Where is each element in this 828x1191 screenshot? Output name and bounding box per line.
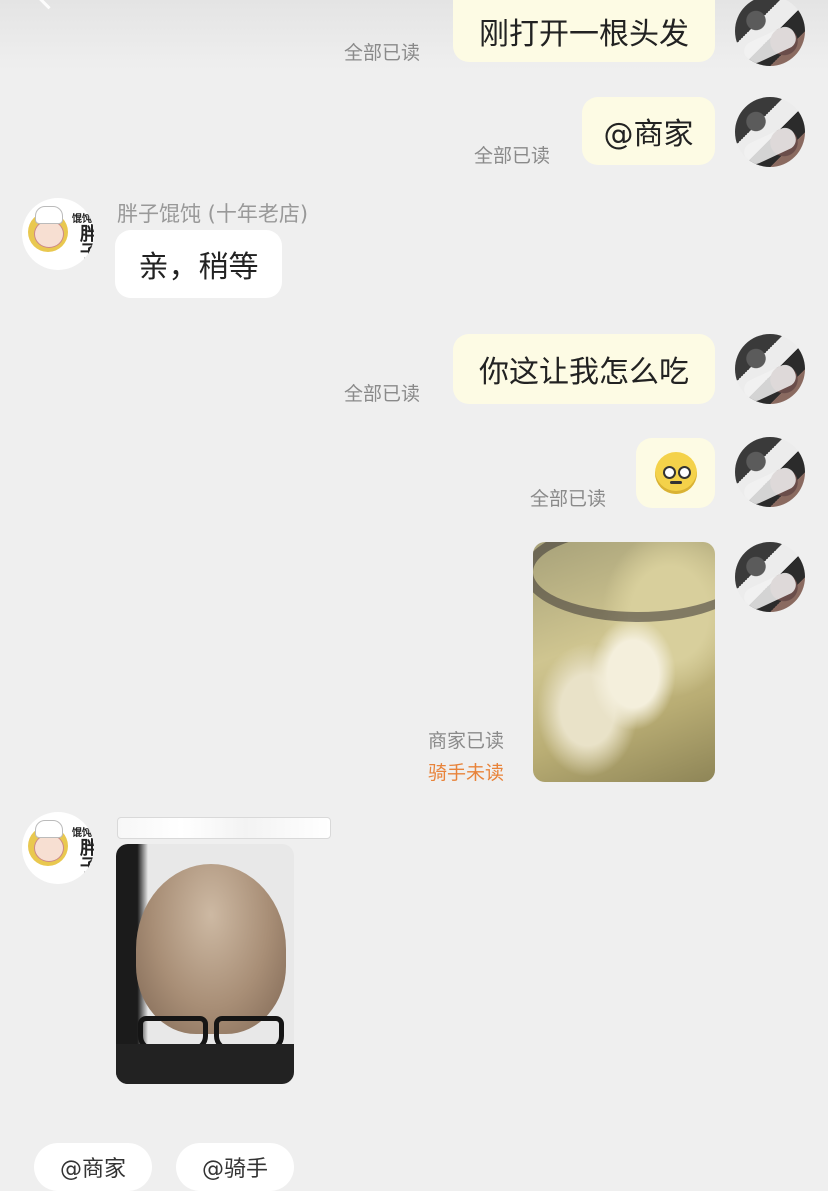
shoulders [116, 1044, 294, 1084]
logo-text-small: 馄饨 [72, 214, 92, 225]
rider-unread-status: 骑手未读 [428, 762, 505, 784]
shop-avatar[interactable]: 馄饨 胖子 [22, 812, 94, 884]
chef-hat [35, 206, 63, 224]
user-avatar[interactable] [735, 437, 805, 507]
head [136, 864, 286, 1034]
message-bubble[interactable]: 亲，稍等 [115, 230, 282, 298]
user-avatar[interactable] [735, 542, 805, 612]
mention-merchant-button[interactable]: @商家 [34, 1143, 152, 1191]
soup-photo[interactable] [533, 542, 715, 782]
message-bubble[interactable]: 你这让我怎么吃 [453, 334, 715, 404]
pleading-face-icon [654, 452, 697, 494]
logo-text-large: 胖子 [77, 838, 94, 874]
bald-head-photo[interactable] [116, 844, 294, 1084]
read-status: 全部已读 [344, 42, 421, 64]
sender-name: 胖子馄饨 (十年老店) [117, 202, 309, 226]
user-avatar[interactable] [735, 334, 805, 404]
bowl-rim [533, 542, 715, 622]
emoji-mouth [669, 481, 682, 484]
read-status: 全部已读 [530, 488, 607, 510]
read-status: 全部已读 [474, 145, 551, 167]
chef-hat [35, 820, 63, 838]
shop-avatar[interactable]: 馄饨 胖子 [22, 198, 94, 270]
sender-name-redacted [117, 817, 331, 839]
read-status: 全部已读 [344, 383, 421, 405]
chef-face [34, 834, 64, 862]
logo-text-large: 胖子 [77, 224, 94, 260]
mention-rider-button[interactable]: @骑手 [176, 1143, 294, 1191]
chef-face [34, 220, 64, 248]
message-bubble[interactable]: @商家 [582, 97, 715, 165]
message-bubble[interactable] [636, 438, 715, 508]
emoji-eye [677, 466, 691, 479]
emoji-eye [662, 466, 676, 479]
merchant-read-status: 商家已读 [428, 730, 505, 752]
message-bubble[interactable]: 刚打开一根头发 [453, 0, 715, 62]
logo-text-small: 馄饨 [72, 828, 92, 839]
user-avatar[interactable] [735, 97, 805, 167]
